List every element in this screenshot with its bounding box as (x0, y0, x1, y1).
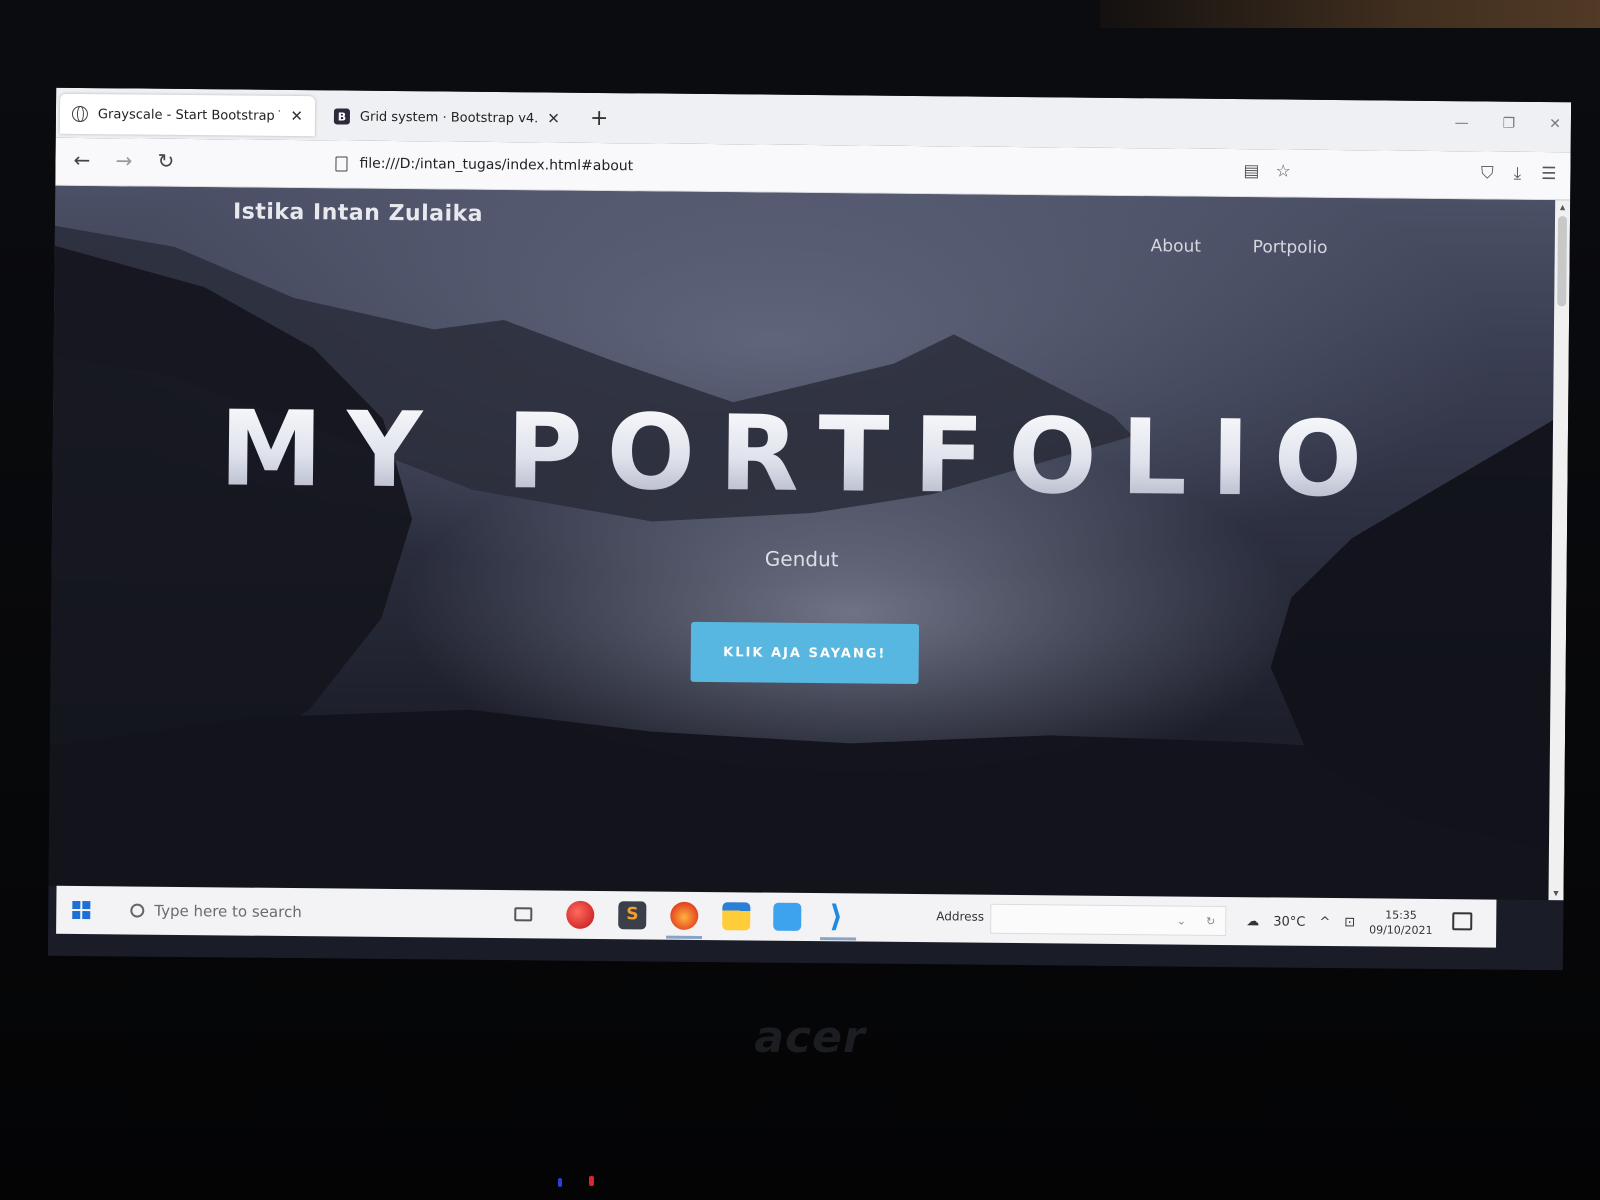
file-explorer-icon[interactable] (722, 902, 751, 931)
task-view-icon[interactable] (514, 907, 533, 922)
search-icon (130, 903, 145, 918)
monitor-brand-logo: acer (754, 1012, 866, 1063)
menu-icon[interactable]: ☰ (1541, 164, 1556, 184)
vscode-icon[interactable] (824, 903, 852, 931)
page-icon (335, 155, 348, 172)
sublime-text-icon[interactable] (618, 901, 647, 930)
firefox-icon[interactable] (670, 901, 699, 930)
chevron-up-icon[interactable]: ^ (1319, 914, 1330, 929)
screen: Grayscale - Start Bootstrap The ✕ B Grid… (47, 87, 1572, 971)
window-controls: — ❐ ✕ (1455, 115, 1561, 132)
tab-title: Grayscale - Start Bootstrap The (97, 106, 281, 124)
nav-link-portpolio[interactable]: Portpolio (1253, 237, 1328, 258)
scroll-down-arrow[interactable]: ▼ (1551, 888, 1560, 898)
download-icon[interactable]: ⤓ (1514, 164, 1522, 184)
cta-button[interactable]: KLIK AJA SAYANG! (690, 621, 920, 685)
site-brand[interactable]: Istika Intan Zulaika (233, 199, 483, 226)
notification-icon[interactable] (1452, 912, 1473, 931)
windows-start-icon[interactable] (72, 900, 91, 920)
chevron-down-icon[interactable]: ⌄ (1177, 914, 1186, 927)
tab-grayscale[interactable]: Grayscale - Start Bootstrap The ✕ (59, 93, 316, 137)
power-led (558, 1178, 562, 1187)
tab-title: Grid system · Bootstrap v4.6 (359, 109, 538, 126)
address-toolbar-input[interactable]: ⌄ ↻ (990, 903, 1227, 937)
bookmark-star-icon[interactable]: ☆ (1275, 161, 1290, 181)
flash-player-icon[interactable] (566, 900, 595, 929)
temperature[interactable]: 30°C (1273, 914, 1305, 929)
close-window-button[interactable]: ✕ (1549, 116, 1561, 132)
url-bar[interactable]: file:///D:/intan_tugas/index.html#about (325, 146, 1335, 190)
address-toolbar-label: Address (936, 909, 985, 924)
weather-icon[interactable]: ☁ (1246, 914, 1259, 929)
url-actions: ▤ ☆ (1243, 161, 1291, 181)
reader-view-icon[interactable]: ▤ (1243, 161, 1259, 181)
vscode-active-indicator (820, 937, 857, 941)
toolbar-actions: ⛉ ⤓ ☰ (1481, 163, 1557, 184)
new-tab-button[interactable]: + (590, 106, 609, 131)
zoom-icon[interactable] (773, 902, 802, 931)
search-placeholder: Type here to search (154, 901, 302, 922)
close-icon[interactable]: ✕ (547, 109, 560, 127)
reload-button[interactable]: ↻ (157, 149, 174, 173)
close-icon[interactable]: ✕ (290, 107, 303, 125)
url-text[interactable]: file:///D:/intan_tugas/index.html#about (359, 156, 633, 175)
network-icon[interactable]: ⊡ (1344, 915, 1355, 930)
hero-title: MY PORTFOLIO (52, 386, 1553, 522)
clock-time: 15:35 (1385, 908, 1417, 922)
clock-date: 09/10/2021 (1369, 923, 1433, 937)
forward-button[interactable]: → (115, 148, 132, 172)
scroll-up-arrow[interactable]: ▲ (1558, 202, 1567, 212)
restore-button[interactable]: ❐ (1503, 116, 1516, 132)
nav-link-about[interactable]: About (1151, 236, 1201, 256)
bootstrap-icon: B (333, 108, 351, 125)
taskbar-search[interactable]: Type here to search (120, 894, 500, 930)
scroll-thumb[interactable] (1557, 216, 1568, 307)
back-button[interactable]: ← (73, 148, 90, 172)
minimize-button[interactable]: — (1455, 115, 1469, 131)
tab-grid-system[interactable]: B Grid system · Bootstrap v4.6 ✕ (322, 96, 572, 138)
globe-icon (71, 105, 89, 123)
clock[interactable]: 15:35 09/10/2021 (1369, 907, 1433, 938)
system-tray: ☁ 30°C ^ ⊡ 15:35 09/10/2021 (1246, 897, 1433, 947)
pocket-icon[interactable]: ⛉ (1481, 163, 1494, 183)
go-icon[interactable]: ↻ (1206, 914, 1215, 927)
standby-led (589, 1176, 594, 1186)
firefox-active-indicator (666, 935, 703, 939)
background-glare (1100, 0, 1600, 28)
page-viewport: Istika Intan Zulaika About Portpolio MY … (48, 185, 1556, 901)
